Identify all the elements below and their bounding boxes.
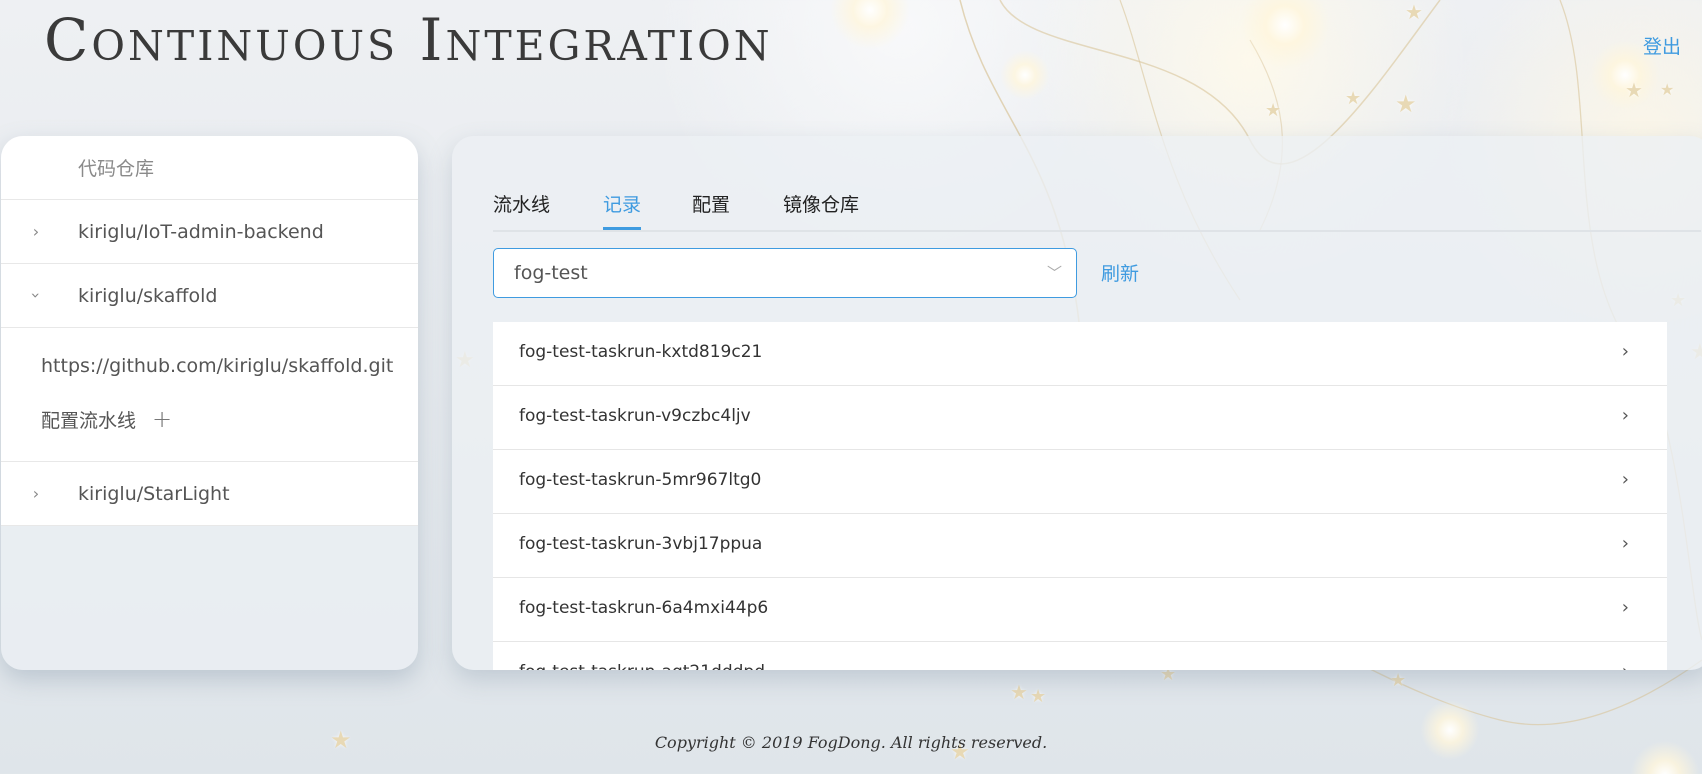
tab-pipeline[interactable]: 流水线	[493, 190, 550, 228]
repo-sidebar: 代码仓库 › kiriglu/IoT-admin-backend › kirig…	[1, 136, 418, 670]
star-icon: ★	[1265, 100, 1282, 121]
copyright-footer: Copyright © 2019 FogDong. All rights res…	[654, 733, 1048, 752]
star-icon: ★	[1010, 680, 1028, 704]
light-glow	[1240, 0, 1330, 70]
chevron-right-icon: ›	[32, 484, 40, 503]
pipeline-select-value: fog-test	[514, 262, 588, 284]
repo-url[interactable]: https://github.com/kiriglu/skaffold.git	[41, 355, 393, 377]
light-glow	[1000, 50, 1050, 100]
app-title: Continuous Integration	[44, 6, 773, 74]
taskrun-list: fog-test-taskrun-kxtd819c21 › fog-test-t…	[493, 322, 1667, 670]
tab-records[interactable]: 记录	[603, 190, 642, 230]
repo-name: kiriglu/IoT-admin-backend	[78, 220, 324, 243]
star-icon: ★	[1395, 90, 1417, 118]
star-icon: ★	[1345, 88, 1362, 109]
repo-item-skaffold[interactable]: › kiriglu/skaffold	[1, 264, 418, 328]
list-item[interactable]: fog-test-taskrun-6a4mxi44p6 ›	[493, 578, 1667, 642]
star-icon: ★	[1625, 78, 1643, 102]
chevron-right-icon: ›	[32, 222, 40, 241]
list-item[interactable]: fog-test-taskrun-3vbj17ppua ›	[493, 514, 1667, 578]
chevron-down-icon: ›	[26, 292, 46, 299]
repo-name: kiriglu/StarLight	[78, 482, 230, 505]
sidebar-header: 代码仓库	[1, 136, 418, 200]
config-pipeline-label: 配置流水线	[41, 409, 137, 432]
star-icon: ★	[1405, 0, 1423, 24]
taskrun-name: fog-test-taskrun-aqt21dddpd	[519, 662, 765, 670]
tab-bar: 流水线 记录 配置 镜像仓库	[493, 190, 1701, 232]
taskrun-name: fog-test-taskrun-3vbj17ppua	[519, 534, 763, 554]
chevron-right-icon: ›	[1621, 405, 1629, 426]
chevron-right-icon: ›	[1621, 597, 1629, 618]
list-item[interactable]: fog-test-taskrun-v9czbc4ljv ›	[493, 386, 1667, 450]
star-icon: ★	[1390, 670, 1407, 691]
list-item[interactable]: fog-test-taskrun-kxtd819c21 ›	[493, 322, 1667, 386]
chevron-down-icon: ﹀	[1046, 264, 1062, 282]
pipeline-select[interactable]: fog-test ﹀	[493, 248, 1077, 298]
repo-name: kiriglu/skaffold	[78, 284, 218, 307]
list-item[interactable]: fog-test-taskrun-aqt21dddpd ›	[493, 642, 1667, 670]
star-icon: ★	[1660, 80, 1675, 99]
tab-config[interactable]: 配置	[692, 190, 730, 228]
light-glow	[830, 0, 910, 50]
taskrun-name: fog-test-taskrun-5mr967ltg0	[519, 470, 762, 490]
taskrun-name: fog-test-taskrun-6a4mxi44p6	[519, 598, 769, 618]
chevron-right-icon: ›	[1622, 661, 1629, 670]
chevron-right-icon: ›	[1621, 341, 1629, 362]
logout-link[interactable]: 登出	[1643, 32, 1681, 59]
plus-icon[interactable]: +	[152, 405, 172, 433]
main-panel: 流水线 记录 配置 镜像仓库 fog-test ﹀ 刷新 fog-test-ta…	[452, 136, 1702, 670]
repo-details-skaffold: https://github.com/kiriglu/skaffold.git …	[1, 328, 418, 462]
config-pipeline-button[interactable]: 配置流水线 +	[41, 405, 172, 433]
list-item[interactable]: fog-test-taskrun-5mr967ltg0 ›	[493, 450, 1667, 514]
taskrun-name: fog-test-taskrun-v9czbc4ljv	[519, 406, 751, 426]
tab-image-registry[interactable]: 镜像仓库	[783, 190, 859, 228]
star-icon: ★	[1030, 686, 1047, 707]
chevron-right-icon: ›	[1621, 469, 1629, 490]
repo-item-iot-admin-backend[interactable]: › kiriglu/IoT-admin-backend	[1, 200, 418, 264]
chevron-right-icon: ›	[1621, 533, 1629, 554]
repo-item-starlight[interactable]: › kiriglu/StarLight	[1, 462, 418, 526]
taskrun-name: fog-test-taskrun-kxtd819c21	[519, 342, 763, 362]
refresh-button[interactable]: 刷新	[1101, 259, 1139, 286]
